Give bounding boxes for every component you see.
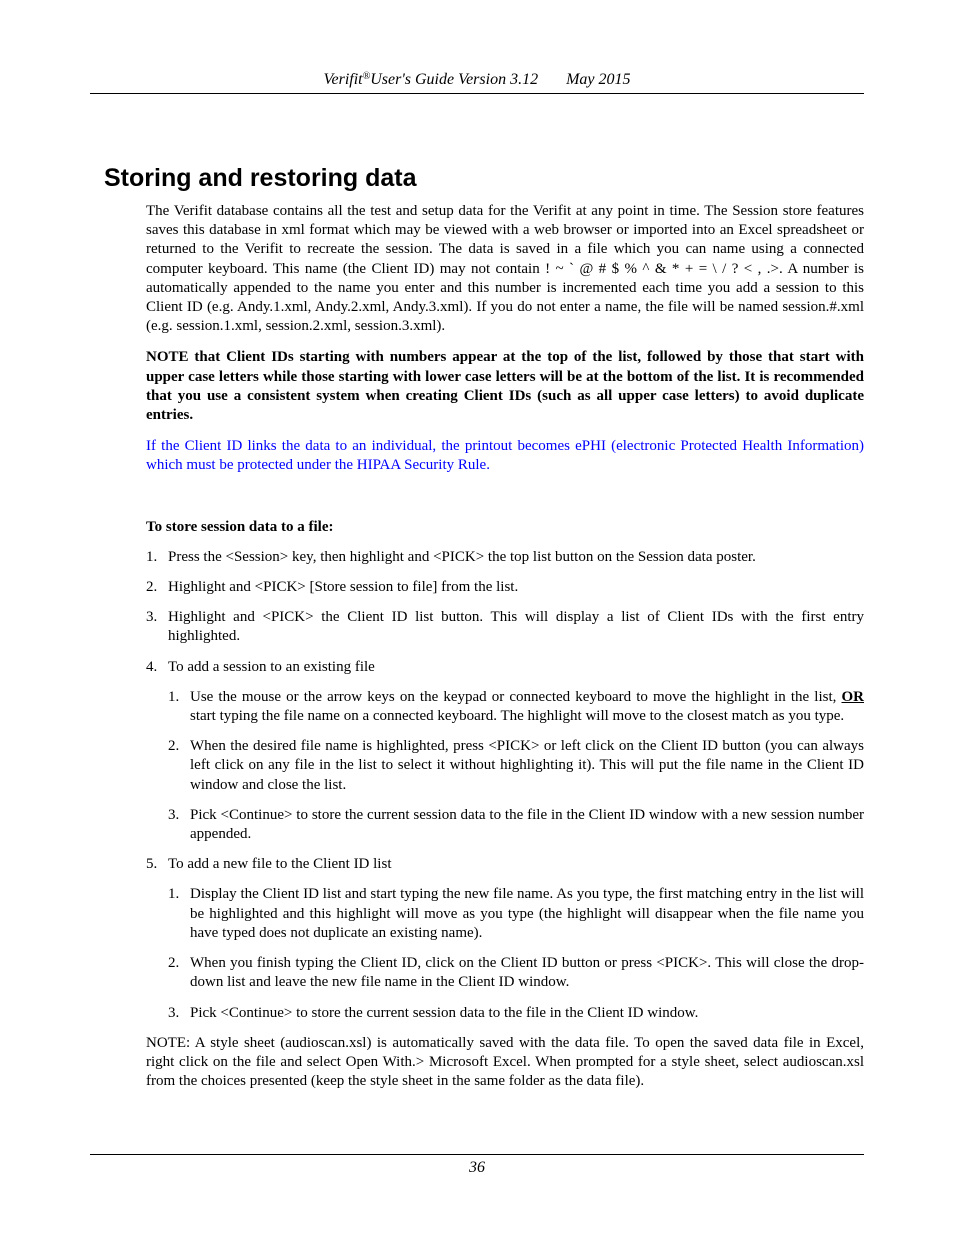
header-date: May 2015 <box>566 71 631 88</box>
substep: 1. Use the mouse or the arrow keys on th… <box>168 688 864 726</box>
step-number: 1. <box>146 548 158 565</box>
substep-text: Pick <Continue> to store the current ses… <box>190 1004 699 1021</box>
step-number: 2. <box>146 579 158 596</box>
substep: 2. When you finish typing the Client ID,… <box>168 954 864 992</box>
procedure-step: 2. Highlight and <PICK> [Store session t… <box>146 578 864 597</box>
substep-text: Display the Client ID list and start typ… <box>190 886 864 941</box>
substep-text-before: Use the mouse or the arrow keys on the k… <box>190 688 842 705</box>
step-text: Press the <Session> key, then highlight … <box>168 548 756 565</box>
substep-number: 3. <box>168 1004 180 1021</box>
procedure-step: 3. Highlight and <PICK> the Client ID li… <box>146 608 864 646</box>
substep: 1. Display the Client ID list and start … <box>168 885 864 943</box>
substep-number: 1. <box>168 886 180 903</box>
substep: 3. Pick <Continue> to store the current … <box>168 1004 864 1023</box>
substep-number: 1. <box>168 688 180 705</box>
step-text: Highlight and <PICK> [Store session to f… <box>168 579 519 596</box>
hipaa-note: If the Client ID links the data to an in… <box>146 438 864 474</box>
document-page: Verifit®User's Guide Version 3.12 May 201… <box>0 0 954 1235</box>
substep-text: When you finish typing the Client ID, cl… <box>190 955 864 991</box>
style-sheet-note: NOTE: A style sheet (audioscan.xsl) is a… <box>146 1034 864 1090</box>
step-number: 3. <box>146 609 158 626</box>
procedure-step: 5. To add a new file to the Client ID li… <box>146 855 864 1022</box>
section-body: The Verifit database contains all the te… <box>146 202 864 1091</box>
client-id-ordering-note: NOTE that Client IDs starting with numbe… <box>146 349 864 424</box>
substep-text: When the desired file name is highlighte… <box>190 738 864 793</box>
step-number: 4. <box>146 658 158 675</box>
step-text: To add a new file to the Client ID list <box>168 856 392 873</box>
header-guide: User's Guide Version 3.12 <box>370 71 539 88</box>
emphasis-or: OR <box>841 688 865 705</box>
substeps-new-file: 1. Display the Client ID list and start … <box>168 885 864 1022</box>
header-product: Verifit <box>323 71 363 88</box>
step-text: Highlight and <PICK> the Client ID list … <box>168 609 864 645</box>
substep: 2. When the desired file name is highlig… <box>168 737 864 795</box>
page-number: 36 <box>469 1159 485 1176</box>
substep-number: 3. <box>168 806 180 823</box>
procedure-steps: 1. Press the <Session> key, then highlig… <box>146 548 864 1023</box>
step-number: 5. <box>146 856 158 873</box>
footer-rule <box>90 1154 864 1155</box>
substep-number: 2. <box>168 738 180 755</box>
page-footer: 36 <box>90 1157 864 1179</box>
header-rule <box>90 93 864 94</box>
substep-text-after: start typing the file name on a connecte… <box>190 708 845 725</box>
page-header: Verifit®User's Guide Version 3.12 May 201… <box>90 66 864 91</box>
intro-paragraph: The Verifit database contains all the te… <box>146 203 864 335</box>
substeps-existing-file: 1. Use the mouse or the arrow keys on th… <box>168 688 864 844</box>
section-title: Storing and restoring data <box>104 164 417 192</box>
procedure-step: 4. To add a session to an existing file … <box>146 658 864 845</box>
step-text: To add a session to an existing file <box>168 658 375 675</box>
substep-number: 2. <box>168 955 180 972</box>
substep: 3. Pick <Continue> to store the current … <box>168 806 864 844</box>
procedure-heading: To store session data to a file: <box>146 518 334 535</box>
procedure-step: 1. Press the <Session> key, then highlig… <box>146 548 864 567</box>
substep-text: Pick <Continue> to store the current ses… <box>190 806 864 843</box>
